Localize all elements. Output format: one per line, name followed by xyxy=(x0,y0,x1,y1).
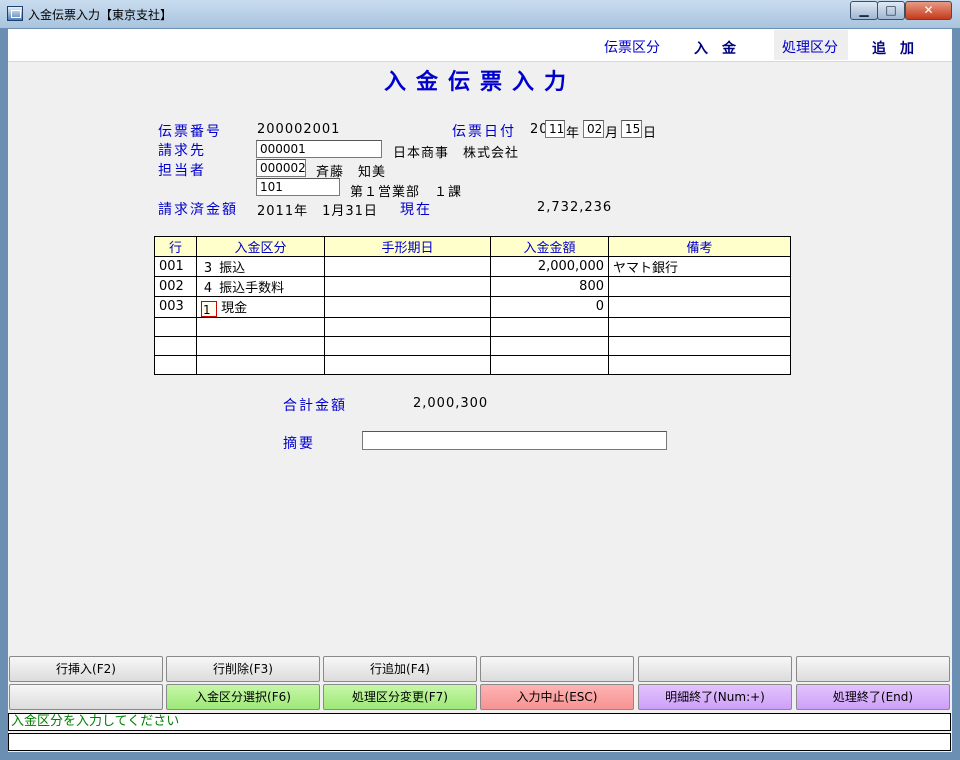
cell-line xyxy=(154,316,197,337)
end-process-button[interactable]: 処理終了(End) xyxy=(796,684,950,710)
total-label: 合計金額 xyxy=(283,398,347,414)
app-icon xyxy=(7,6,23,21)
cell-due[interactable] xyxy=(324,354,491,375)
cell-note[interactable]: ヤマト銀行 xyxy=(608,256,791,277)
cell-line: 002 xyxy=(154,276,197,297)
cell-note[interactable] xyxy=(608,335,791,356)
slip-no-value: 200002001 xyxy=(257,122,341,137)
cell-due[interactable] xyxy=(324,316,491,337)
slip-date-label: 伝票日付 xyxy=(452,124,516,140)
cell-kubun[interactable]: 4 振込手数料 xyxy=(196,276,325,297)
billing-code-input[interactable]: 000001 xyxy=(256,140,382,158)
blank-button-r2-1[interactable] xyxy=(9,684,163,710)
cell-amount[interactable]: 800 xyxy=(490,276,609,297)
cell-line: 003 xyxy=(154,296,197,318)
billed-date: 2011年 1月31日 xyxy=(257,204,378,219)
cell-amount[interactable] xyxy=(490,354,609,375)
col-header-amount: 入金金額 xyxy=(490,236,609,257)
table-row[interactable]: 003 1 現金 0 xyxy=(154,296,791,318)
kubun-name: 振込 xyxy=(219,261,246,276)
cell-note[interactable] xyxy=(608,316,791,337)
table-row[interactable] xyxy=(154,316,791,337)
cell-kubun[interactable]: 3 振込 xyxy=(196,256,325,277)
year-unit: 年 xyxy=(566,126,581,141)
table-row[interactable] xyxy=(154,354,791,375)
page-title: 入金伝票入力 xyxy=(383,70,576,95)
slip-kind-label: 伝票区分 xyxy=(604,40,660,56)
cell-due[interactable] xyxy=(324,276,491,297)
cell-line xyxy=(154,335,197,356)
table-row[interactable] xyxy=(154,335,791,356)
cell-note[interactable] xyxy=(608,354,791,375)
proc-kind-label: 処理区分 xyxy=(782,40,838,56)
status-message: 入金区分を入力してください xyxy=(8,713,951,731)
window-title: 入金伝票入力【東京支社】 xyxy=(28,8,173,22)
month-unit: 月 xyxy=(605,126,620,141)
col-header-line: 行 xyxy=(154,236,197,257)
change-proc-kind-button[interactable]: 処理区分変更(F7) xyxy=(323,684,477,710)
current-label: 現在 xyxy=(400,202,432,218)
day-unit: 日 xyxy=(643,126,658,141)
total-value: 2,000,300 xyxy=(413,396,489,411)
end-detail-button[interactable]: 明細終了(Num:+) xyxy=(638,684,792,710)
detail-table: 行 入金区分 手形期日 入金金額 備考 001 3 振込 2,000,000 ヤ… xyxy=(154,236,791,375)
col-header-note: 備考 xyxy=(608,236,791,257)
memo-label: 摘要 xyxy=(283,436,315,452)
memo-input[interactable] xyxy=(362,431,667,450)
cell-line: 001 xyxy=(154,256,197,277)
col-header-kubun: 入金区分 xyxy=(196,236,325,257)
billed-label: 請求済金額 xyxy=(158,202,238,218)
blank-button-r1-6[interactable] xyxy=(796,656,950,682)
status-bar-secondary xyxy=(8,733,951,751)
cell-kubun[interactable] xyxy=(196,316,325,337)
insert-row-button[interactable]: 行挿入(F2) xyxy=(9,656,163,682)
table-row[interactable]: 001 3 振込 2,000,000 ヤマト銀行 xyxy=(154,256,791,277)
slip-kind-value: 入金 xyxy=(694,41,750,57)
dept-code-input[interactable]: 101 xyxy=(256,178,340,196)
kubun-code: 3 xyxy=(203,261,213,276)
blank-button-f5[interactable] xyxy=(480,656,634,682)
cell-kubun[interactable] xyxy=(196,335,325,356)
kubun-name: 現金 xyxy=(221,301,248,316)
cancel-input-button[interactable]: 入力中止(ESC) xyxy=(480,684,634,710)
cell-kubun[interactable]: 1 現金 xyxy=(196,296,325,318)
table-header-row: 行 入金区分 手形期日 入金金額 備考 xyxy=(154,236,791,257)
cell-due[interactable] xyxy=(324,256,491,277)
year-input[interactable]: 11 xyxy=(545,120,565,138)
close-button[interactable]: ✕ xyxy=(905,1,952,20)
billing-name: 日本商事 株式会社 xyxy=(393,146,520,161)
maximize-button[interactable]: □ xyxy=(877,1,905,20)
day-input[interactable]: 15 xyxy=(621,120,642,138)
cell-amount[interactable] xyxy=(490,316,609,337)
staff-label: 担当者 xyxy=(158,163,206,179)
table-row[interactable]: 002 4 振込手数料 800 xyxy=(154,276,791,297)
cell-kubun[interactable] xyxy=(196,354,325,375)
billing-label: 請求先 xyxy=(158,143,206,159)
cell-due[interactable] xyxy=(324,296,491,318)
kubun-name: 振込手数料 xyxy=(219,281,285,296)
cell-note[interactable] xyxy=(608,296,791,318)
cell-amount[interactable]: 2,000,000 xyxy=(490,256,609,277)
cell-note[interactable] xyxy=(608,276,791,297)
slip-no-label: 伝票番号 xyxy=(158,124,222,140)
cell-amount[interactable] xyxy=(490,335,609,356)
minimize-button[interactable]: ▁ xyxy=(850,1,878,20)
cell-amount[interactable]: 0 xyxy=(490,296,609,318)
cell-due[interactable] xyxy=(324,335,491,356)
billed-amount: 2,732,236 xyxy=(537,200,613,215)
blank-button-r1-5[interactable] xyxy=(638,656,792,682)
month-input[interactable]: 02 xyxy=(583,120,604,138)
delete-row-button[interactable]: 行削除(F3) xyxy=(166,656,320,682)
proc-kind-value: 追加 xyxy=(872,41,928,57)
kubun-code: 4 xyxy=(203,281,213,296)
dept-name: 第１営業部 １課 xyxy=(350,185,463,200)
cell-line xyxy=(154,354,197,375)
add-row-button[interactable]: 行追加(F4) xyxy=(323,656,477,682)
select-kubun-button[interactable]: 入金区分選択(F6) xyxy=(166,684,320,710)
col-header-due: 手形期日 xyxy=(324,236,491,257)
kubun-code-input[interactable]: 1 xyxy=(201,300,217,317)
staff-code-input[interactable]: 000002 xyxy=(256,159,306,177)
